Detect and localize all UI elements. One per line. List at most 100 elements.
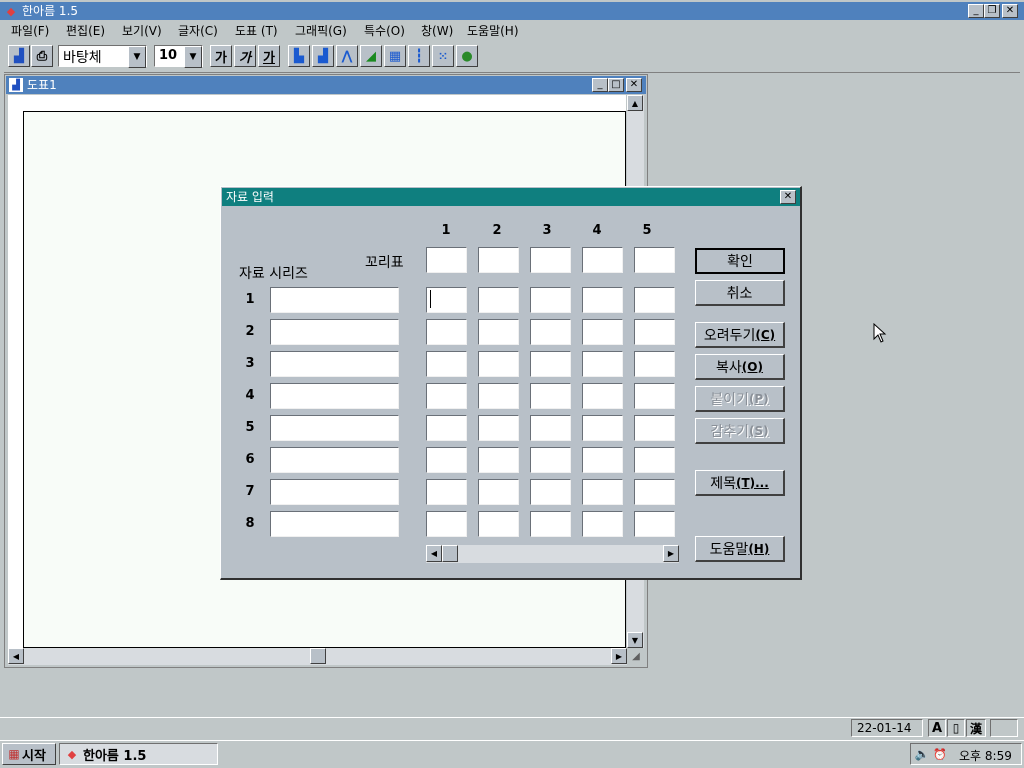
grid-scroll-right-icon[interactable]: ▶ xyxy=(663,545,679,562)
legend-cell[interactable] xyxy=(530,247,571,273)
data-cell[interactable] xyxy=(426,415,467,441)
data-cell[interactable] xyxy=(530,351,571,377)
speaker-icon[interactable]: 🔈 xyxy=(914,746,930,762)
data-cell[interactable] xyxy=(582,511,623,537)
data-cell[interactable] xyxy=(478,479,519,505)
legend-cell[interactable] xyxy=(426,247,467,273)
data-cell[interactable] xyxy=(634,383,675,409)
minimize-button[interactable]: _ xyxy=(968,4,984,18)
underline-button[interactable]: 가 xyxy=(258,45,280,67)
grid-horizontal-scrollbar[interactable] xyxy=(426,545,679,563)
hanja-icon[interactable]: 漢 xyxy=(966,719,986,737)
data-cell[interactable] xyxy=(582,351,623,377)
line-chart-icon[interactable]: ⋀ xyxy=(336,45,358,67)
data-cell[interactable] xyxy=(426,351,467,377)
taskbar-app-button[interactable]: ◆ 한아름 1.5 xyxy=(59,743,218,765)
data-cell[interactable] xyxy=(426,383,467,409)
grid-scroll-left-icon[interactable]: ◀ xyxy=(426,545,442,562)
data-cell[interactable] xyxy=(582,287,623,313)
close-button[interactable]: ✕ xyxy=(1002,4,1018,18)
restore-button[interactable]: ❐ xyxy=(984,4,1000,18)
bold-button[interactable]: 가 xyxy=(210,45,232,67)
chevron-down-icon[interactable]: ▼ xyxy=(128,46,146,68)
help-button[interactable]: 도움말 (H) xyxy=(695,536,785,562)
data-cell[interactable] xyxy=(530,287,571,313)
data-cell[interactable] xyxy=(478,383,519,409)
data-cell[interactable] xyxy=(530,319,571,345)
data-cell[interactable] xyxy=(426,287,467,313)
grid-scroll-thumb[interactable] xyxy=(442,545,458,562)
data-cell[interactable] xyxy=(530,479,571,505)
italic-button[interactable]: 가 xyxy=(234,45,256,67)
data-cell[interactable] xyxy=(478,351,519,377)
menu-view[interactable]: 보기(V) xyxy=(122,22,162,40)
chevron-down-icon[interactable]: ▼ xyxy=(184,46,202,68)
data-cell[interactable] xyxy=(530,383,571,409)
data-cell[interactable] xyxy=(530,511,571,537)
data-cell[interactable] xyxy=(478,415,519,441)
resize-grip-icon[interactable]: ◢ xyxy=(628,648,644,664)
hilo-chart-icon[interactable]: ┇ xyxy=(408,45,430,67)
ok-button[interactable]: 확인 xyxy=(695,248,785,274)
data-cell[interactable] xyxy=(582,479,623,505)
data-cell[interactable] xyxy=(634,479,675,505)
scheduler-icon[interactable]: ⏰ xyxy=(932,746,948,762)
input-mode-icon[interactable]: A xyxy=(928,719,946,737)
horizontal-scroll-thumb[interactable] xyxy=(310,648,326,664)
data-cell[interactable] xyxy=(582,383,623,409)
series-name-input[interactable] xyxy=(270,447,399,473)
font-size-select[interactable]: 10 ▼ xyxy=(154,45,203,68)
data-cell[interactable] xyxy=(582,319,623,345)
data-cell[interactable] xyxy=(634,447,675,473)
series-name-input[interactable] xyxy=(270,319,399,345)
menu-window[interactable]: 창(W) xyxy=(421,22,453,40)
series-name-input[interactable] xyxy=(270,415,399,441)
menu-chart[interactable]: 도표 (T) xyxy=(235,22,278,40)
scroll-up-icon[interactable]: ▲ xyxy=(627,95,643,111)
menu-graphic[interactable]: 그래픽(G) xyxy=(295,22,347,40)
data-cell[interactable] xyxy=(426,479,467,505)
legend-cell[interactable] xyxy=(582,247,623,273)
data-cell[interactable] xyxy=(634,319,675,345)
series-name-input[interactable] xyxy=(270,351,399,377)
data-cell[interactable] xyxy=(634,351,675,377)
scroll-left-icon[interactable]: ◀ xyxy=(8,648,24,664)
menu-help[interactable]: 도움말(H) xyxy=(467,22,519,40)
data-cell[interactable] xyxy=(634,287,675,313)
series-name-input[interactable] xyxy=(270,511,399,537)
hide-button[interactable]: 감추기 (S) xyxy=(695,418,785,444)
data-cell[interactable] xyxy=(582,447,623,473)
font-name-select[interactable]: 바탕체 ▼ xyxy=(58,45,147,68)
legend-cell[interactable] xyxy=(478,247,519,273)
data-cell[interactable] xyxy=(530,415,571,441)
data-cell[interactable] xyxy=(634,511,675,537)
area-chart-icon[interactable]: ◢ xyxy=(360,45,382,67)
data-cell[interactable] xyxy=(634,415,675,441)
data-cell[interactable] xyxy=(478,287,519,313)
copy-button[interactable]: 복사 (O) xyxy=(695,354,785,380)
shape-mode-icon[interactable]: ▯ xyxy=(947,719,965,737)
data-cell[interactable] xyxy=(478,319,519,345)
chart-wizard-icon[interactable]: ▟ xyxy=(8,45,30,67)
menu-special[interactable]: 특수(O) xyxy=(364,22,405,40)
print-icon[interactable]: ⎙ xyxy=(31,45,53,67)
titles-button[interactable]: 제목 (T)... xyxy=(695,470,785,496)
stacked-bar-icon[interactable]: ▦ xyxy=(384,45,406,67)
data-cell[interactable] xyxy=(530,447,571,473)
bar-chart-icon[interactable]: ▙ xyxy=(288,45,310,67)
data-cell[interactable] xyxy=(426,447,467,473)
menu-char[interactable]: 글자(C) xyxy=(178,22,218,40)
series-name-input[interactable] xyxy=(270,479,399,505)
data-cell[interactable] xyxy=(478,511,519,537)
cut-button[interactable]: 오려두기 (C) xyxy=(695,322,785,348)
pie-chart-icon[interactable]: ● xyxy=(456,45,478,67)
menu-file[interactable]: 파일(F) xyxy=(11,22,49,40)
data-cell[interactable] xyxy=(478,447,519,473)
scatter-chart-icon[interactable]: ⁙ xyxy=(432,45,454,67)
data-cell[interactable] xyxy=(426,511,467,537)
series-name-input[interactable] xyxy=(270,287,399,313)
series-name-input[interactable] xyxy=(270,383,399,409)
doc-minimize-button[interactable]: _ xyxy=(592,78,608,92)
cancel-button[interactable]: 취소 xyxy=(695,280,785,306)
dialog-close-button[interactable]: ✕ xyxy=(780,190,796,204)
